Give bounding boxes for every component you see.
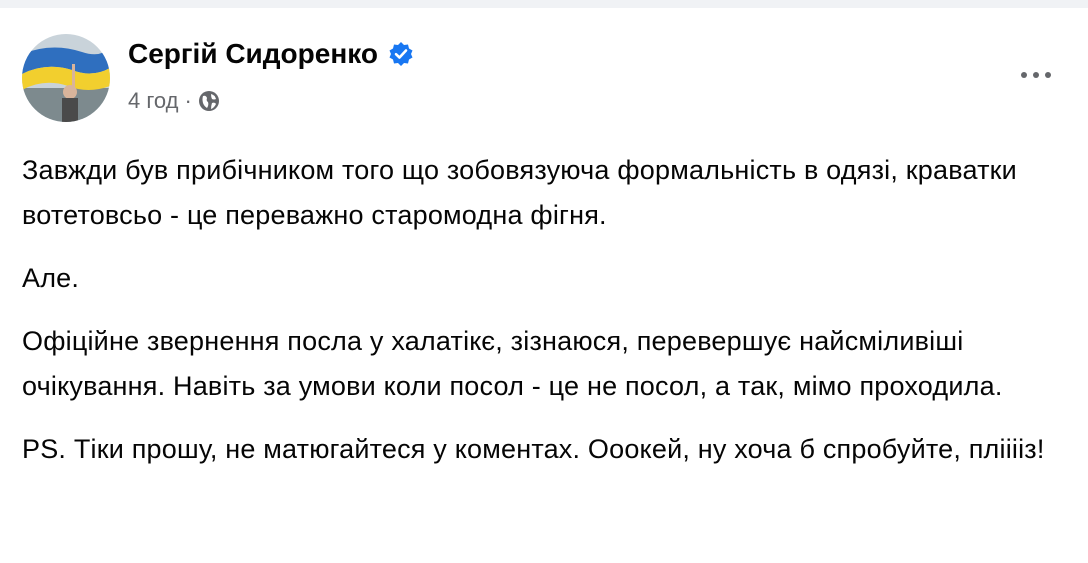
- avatar-image: [22, 34, 110, 122]
- meta-separator: ·: [184, 88, 192, 113]
- post-timestamp[interactable]: 4 год: [128, 88, 178, 114]
- verified-badge-icon: [388, 41, 414, 67]
- post-paragraph: PS. Тіки прошу, не матюгайтеся у комента…: [22, 434, 1045, 464]
- post-card: Сергій Сидоренко 4 год · Завжди був приб…: [0, 8, 1088, 563]
- post-meta: 4 год ·: [128, 88, 220, 114]
- author-name[interactable]: Сергій Сидоренко: [128, 38, 378, 70]
- post-body: Завжди був прибічником того що зобовязую…: [22, 148, 1062, 490]
- post-paragraph: Офіційне звернення посла у халатікє, зіз…: [22, 326, 1003, 401]
- author-avatar[interactable]: [22, 34, 110, 122]
- post-paragraph: Але.: [22, 263, 80, 293]
- more-options-icon[interactable]: [1014, 60, 1058, 90]
- globe-icon[interactable]: [198, 90, 220, 112]
- post-paragraph: Завжди був прибічником того що зобовязую…: [22, 155, 1017, 230]
- author-name-row: Сергій Сидоренко: [128, 38, 414, 70]
